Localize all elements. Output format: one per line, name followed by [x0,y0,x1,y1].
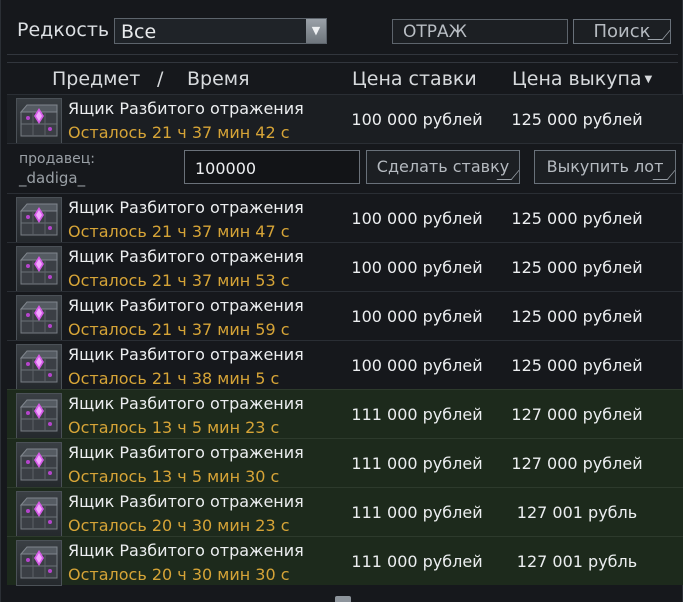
bid-price: 111 000 рублей [351,552,483,571]
header-buyout-price[interactable]: Цена выкупа ▼ [512,68,652,90]
table-row[interactable]: Ящик Разбитого отражения Осталось 21 ч 3… [7,94,683,144]
time-remaining: Осталось 20 ч 30 мин 30 с [68,565,290,584]
header-buyout-label: Цена выкупа [512,68,642,90]
seller-name: _dadiga_ [19,169,86,187]
bid-amount-input[interactable] [184,150,360,184]
time-remaining: Осталось 21 ч 37 мин 47 с [68,222,290,241]
buyout-price: 125 000 рублей [511,258,643,277]
table-row[interactable]: Ящик Разбитого отражения Осталось 21 ч 3… [7,291,683,341]
table-row[interactable]: Ящик Разбитого отражения Осталось 21 ч 3… [7,193,683,243]
bid-price: 111 000 рублей [351,454,483,473]
header-time[interactable]: Время [187,68,250,90]
item-name: Ящик Разбитого отражения [68,345,304,364]
buyout-price: 127 001 рубль [516,503,638,522]
bid-price: 100 000 рублей [351,258,483,277]
purple-crystal-crate-icon [16,540,62,586]
place-bid-button[interactable]: Сделать ставку [366,150,520,184]
table-row[interactable]: Ящик Разбитого отражения Осталось 21 ч 3… [7,340,683,390]
item-name: Ящик Разбитого отражения [68,198,304,217]
item-name: Ящик Разбитого отражения [68,99,304,118]
purple-crystal-crate-icon [16,197,62,243]
buyout-price: 127 001 рубль [516,552,638,571]
bid-price: 100 000 рублей [351,307,483,326]
item-name: Ящик Разбитого отражения [68,443,304,462]
bid-panel: продавец: _dadiga_ Сделать ставку Выкупи… [7,143,683,193]
purple-crystal-crate-icon [16,442,62,488]
table-row[interactable]: Ящик Разбитого отражения Осталось 13 ч 5… [7,389,683,439]
seller-label: продавец: [19,151,95,167]
time-remaining: Осталось 13 ч 5 мин 30 с [68,467,280,486]
purple-crystal-crate-icon [16,295,62,341]
divider [7,54,678,55]
time-remaining: Осталось 21 ч 37 мин 59 с [68,320,290,339]
item-name: Ящик Разбитого отражения [68,492,304,511]
buyout-button[interactable]: Выкупить лот [534,150,676,184]
header-separator: / [157,68,164,90]
buyout-price: 125 000 рублей [511,356,643,375]
time-remaining: Осталось 21 ч 37 мин 53 с [68,271,290,290]
purple-crystal-crate-icon [16,393,62,439]
lot-list: Ящик Разбитого отражения Осталось 21 ч 3… [1,94,683,586]
header-bid-price[interactable]: Цена ставки [352,68,477,90]
buyout-price: 125 000 рублей [511,307,643,326]
table-row[interactable]: Ящик Разбитого отражения Осталось 20 ч 3… [7,536,683,586]
time-remaining: Осталось 13 ч 5 мин 23 с [68,418,280,437]
purple-crystal-crate-icon [16,344,62,390]
search-input[interactable] [392,19,568,44]
purple-crystal-crate-icon [16,98,62,144]
item-name: Ящик Разбитого отражения [68,296,304,315]
buyout-price: 125 000 рублей [511,110,643,129]
time-remaining: Осталось 20 ч 30 мин 23 с [68,516,290,535]
table-row[interactable]: Ящик Разбитого отражения Осталось 13 ч 5… [7,438,683,488]
rarity-dropdown[interactable]: Все ▼ [114,18,327,44]
sort-desc-icon: ▼ [644,74,653,85]
bid-price: 111 000 рублей [351,405,483,424]
table-row[interactable]: Ящик Разбитого отражения Осталось 21 ч 3… [7,242,683,292]
bid-price: 111 000 рублей [351,503,483,522]
rarity-label: Редкость [17,19,110,41]
buyout-price: 127 000 рублей [511,405,643,424]
bid-price: 100 000 рублей [351,110,483,129]
item-name: Ящик Разбитого отражения [68,394,304,413]
purple-crystal-crate-icon [16,491,62,537]
filter-bar: Редкость Все ▼ Поиск [1,0,683,60]
buyout-price: 127 000 рублей [511,454,643,473]
header-item[interactable]: Предмет [52,68,140,90]
purple-crystal-crate-icon [16,246,62,292]
search-button[interactable]: Поиск [573,19,671,44]
item-name: Ящик Разбитого отражения [68,541,304,560]
bid-price: 100 000 рублей [351,209,483,228]
buyout-price: 125 000 рублей [511,209,643,228]
time-remaining: Осталось 21 ч 37 мин 42 с [68,123,290,142]
auction-window: Редкость Все ▼ Поиск Предмет / Время Цен… [0,0,683,602]
chevron-down-icon[interactable]: ▼ [306,19,326,43]
bid-price: 100 000 рублей [351,356,483,375]
table-row[interactable]: Ящик Разбитого отражения Осталось 20 ч 3… [7,487,683,537]
item-name: Ящик Разбитого отражения [68,247,304,266]
scroll-handle[interactable] [335,596,351,602]
table-header: Предмет / Время Цена ставки Цена выкупа ▼ [1,62,683,94]
rarity-selected-value: Все [121,21,157,43]
time-remaining: Осталось 21 ч 38 мин 5 с [68,369,280,388]
